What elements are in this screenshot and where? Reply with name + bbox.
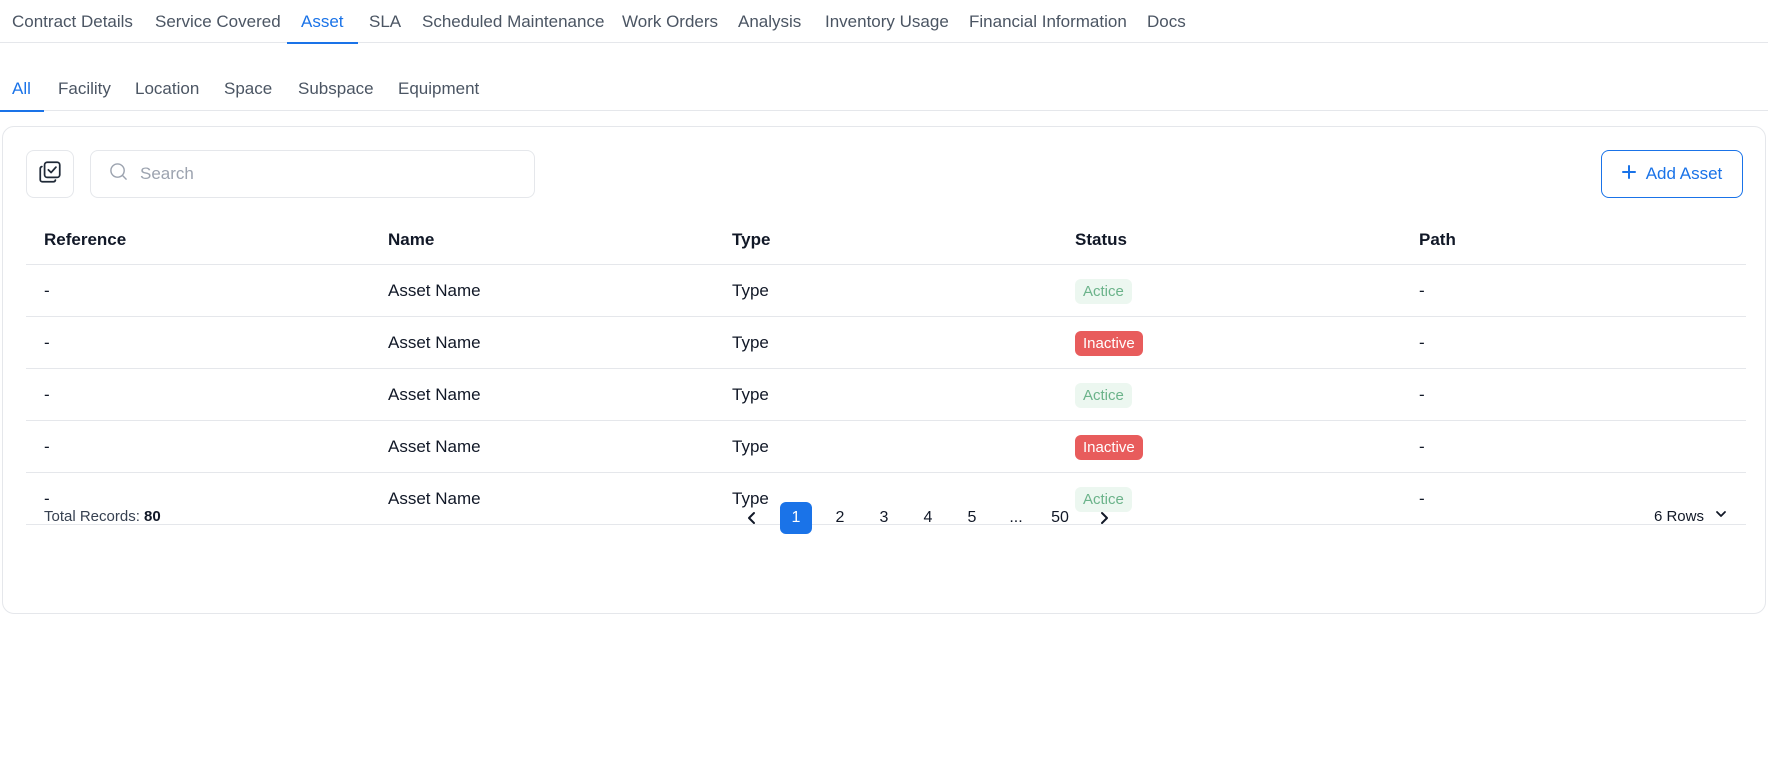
- cell-path: -: [1419, 385, 1425, 404]
- tab-docs[interactable]: Docs: [1147, 0, 1186, 43]
- tab-financial-information[interactable]: Financial Information: [969, 0, 1127, 43]
- cell-path: -: [1419, 333, 1425, 352]
- cell-reference: -: [44, 437, 50, 456]
- add-asset-label: Add Asset: [1645, 164, 1723, 183]
- rows-per-page-value: 6 Rows: [1653, 508, 1704, 525]
- cell-name: Asset Name: [388, 437, 481, 456]
- search-field[interactable]: [90, 150, 535, 198]
- subtab-location[interactable]: Location: [135, 69, 199, 111]
- cell-name: Asset Name: [388, 385, 481, 404]
- subtab-facility[interactable]: Facility: [58, 69, 111, 111]
- column-header-reference: Reference: [44, 230, 127, 249]
- subtab-subspace[interactable]: Subspace: [298, 69, 374, 111]
- plus-icon: [1621, 164, 1636, 184]
- cell-path: -: [1419, 437, 1425, 456]
- page-button-2[interactable]: 2: [824, 502, 856, 534]
- table-row[interactable]: - Asset Name Type Inactive -: [26, 421, 1746, 473]
- cell-type: Type: [732, 385, 769, 404]
- page-button-4[interactable]: 4: [912, 502, 944, 534]
- asset-table-card: Add Asset Reference Name Type Status Pat…: [2, 126, 1766, 614]
- cell-type: Type: [732, 333, 769, 352]
- total-records: Total Records: 80: [44, 491, 161, 543]
- sub-tab-bar: All Facility Location Space Subspace Equ…: [0, 69, 1768, 112]
- table-row[interactable]: - Asset Name Type Inactive -: [26, 317, 1746, 369]
- cell-reference: -: [44, 281, 50, 300]
- table-row[interactable]: - Asset Name Type Actice -: [26, 265, 1746, 317]
- cell-name: Asset Name: [388, 333, 481, 352]
- column-header-path: Path: [1419, 230, 1456, 249]
- page-button-5[interactable]: 5: [956, 502, 988, 534]
- status-badge: Actice: [1075, 383, 1132, 408]
- table-footer: Total Records: 80 1 2 3 4 5 ... 50 6 Row…: [26, 491, 1746, 543]
- cell-name: Asset Name: [388, 281, 481, 300]
- search-input[interactable]: [140, 164, 520, 184]
- main-tab-bar: Contract Details Service Covered Asset S…: [0, 0, 1768, 44]
- tab-analysis[interactable]: Analysis: [738, 0, 801, 43]
- tab-contract-details[interactable]: Contract Details: [12, 0, 133, 43]
- chevron-right-icon: [1088, 510, 1120, 526]
- chevron-down-icon: [1714, 491, 1728, 543]
- subtab-all[interactable]: All: [0, 69, 44, 112]
- multi-select-icon: [37, 159, 63, 190]
- total-records-label: Total Records:: [44, 508, 140, 525]
- add-asset-button[interactable]: Add Asset: [1601, 150, 1743, 198]
- next-page-button[interactable]: [1088, 502, 1120, 534]
- cell-reference: -: [44, 333, 50, 352]
- subtab-equipment[interactable]: Equipment: [398, 69, 479, 111]
- asset-table: Reference Name Type Status Path - Asset …: [26, 215, 1746, 525]
- tab-asset[interactable]: Asset: [287, 0, 357, 44]
- status-badge: Inactive: [1075, 435, 1143, 460]
- previous-page-button[interactable]: [736, 502, 768, 534]
- table-header-row: Reference Name Type Status Path: [26, 215, 1746, 265]
- page-button-3[interactable]: 3: [868, 502, 900, 534]
- multi-select-button[interactable]: [26, 150, 74, 198]
- column-header-name: Name: [388, 230, 435, 249]
- search-icon: [109, 162, 128, 186]
- cell-type: Type: [732, 281, 769, 300]
- cell-reference: -: [44, 385, 50, 404]
- table-row[interactable]: - Asset Name Type Actice -: [26, 369, 1746, 421]
- tab-sla[interactable]: SLA: [369, 0, 401, 43]
- status-badge: Inactive: [1075, 331, 1143, 356]
- column-header-status: Status: [1075, 230, 1127, 249]
- chevron-left-icon: [736, 510, 768, 526]
- tab-work-orders[interactable]: Work Orders: [622, 0, 718, 43]
- tab-service-covered[interactable]: Service Covered: [155, 0, 281, 43]
- cell-path: -: [1419, 281, 1425, 300]
- total-records-value: 80: [144, 508, 161, 525]
- tab-inventory-usage[interactable]: Inventory Usage: [825, 0, 949, 43]
- tab-scheduled-maintenance[interactable]: Scheduled Maintenance: [422, 0, 604, 43]
- rows-per-page-select[interactable]: 6 Rows: [1654, 491, 1728, 543]
- page-button-1[interactable]: 1: [780, 502, 812, 534]
- cell-type: Type: [732, 437, 769, 456]
- column-header-type: Type: [732, 230, 771, 249]
- page-button-50[interactable]: 50: [1044, 502, 1076, 534]
- page-ellipsis: ...: [1009, 509, 1023, 526]
- subtab-space[interactable]: Space: [224, 69, 272, 111]
- status-badge: Actice: [1075, 279, 1132, 304]
